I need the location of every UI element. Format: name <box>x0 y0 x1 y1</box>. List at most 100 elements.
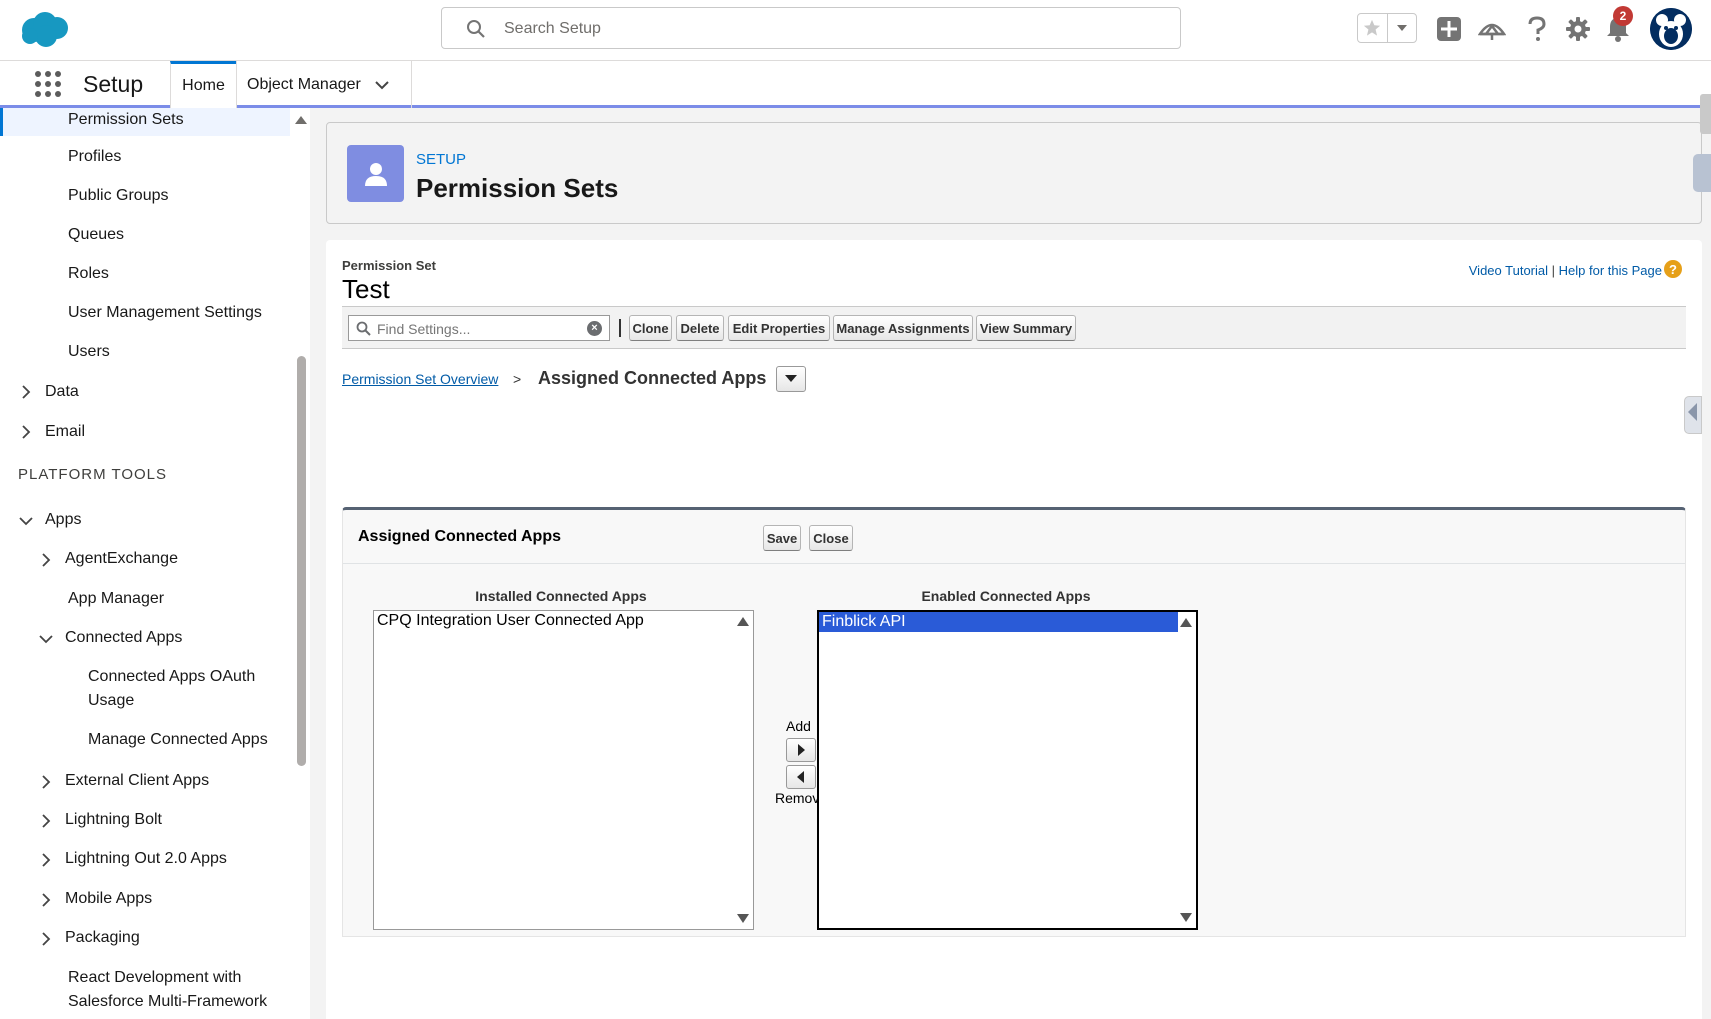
breadcrumb-separator: > <box>513 371 522 387</box>
favorites-dropdown-button[interactable] <box>1388 14 1417 42</box>
salesforce-cloud-icon[interactable] <box>18 10 72 48</box>
edit-properties-button[interactable]: Edit Properties <box>728 315 830 341</box>
enabled-apps-listbox[interactable]: Finblick API <box>817 610 1198 930</box>
help-for-this-page-link[interactable]: Help for this Page <box>1559 263 1662 278</box>
delete-button[interactable]: Delete <box>676 315 724 341</box>
page-scrollbar[interactable] <box>1700 94 1711 134</box>
find-settings-input[interactable] <box>377 319 577 338</box>
sidebar-item-packaging[interactable]: Packaging <box>65 926 140 950</box>
list-item[interactable]: CPQ Integration User Connected App <box>374 611 753 631</box>
search-icon <box>356 321 371 336</box>
trailhead-icon <box>1478 23 1506 40</box>
sidebar-item-permission-sets[interactable]: Permission Sets <box>68 108 184 132</box>
chevron-down-icon[interactable] <box>375 80 389 90</box>
chevron-down-icon[interactable] <box>19 514 33 528</box>
trailhead-button[interactable] <box>1477 14 1507 44</box>
permission-set-overview-link[interactable]: Permission Set Overview <box>342 371 498 387</box>
global-actions-button[interactable] <box>1434 14 1464 44</box>
help-question-icon[interactable]: ? <box>1664 260 1682 278</box>
sidebar-item-connected-apps[interactable]: Connected Apps <box>65 626 182 650</box>
sidebar-item-agentexchange[interactable]: AgentExchange <box>65 547 178 571</box>
arrow-right-icon <box>798 744 805 756</box>
remove-button[interactable] <box>786 765 816 789</box>
search-icon <box>467 20 485 38</box>
tab-home-label: Home <box>182 77 225 94</box>
listbox-scroll-up[interactable] <box>737 617 749 626</box>
sidebar-item-lightning-bolt[interactable]: Lightning Bolt <box>65 808 162 832</box>
tab-home[interactable]: Home <box>170 61 236 108</box>
sidebar-item-connected-apps-oauth-usage[interactable]: Connected Apps OAuth Usage <box>88 665 288 713</box>
sidebar-scrollbar-thumb[interactable] <box>297 356 306 766</box>
chevron-down-icon <box>1396 25 1407 31</box>
help-links: Video Tutorial | Help for this Page <box>1469 263 1662 278</box>
avatar[interactable] <box>1650 8 1692 50</box>
chevron-right-icon[interactable] <box>19 425 33 439</box>
search-input[interactable] <box>504 16 1164 42</box>
view-summary-button[interactable]: View Summary <box>976 315 1076 341</box>
sidebar-item-user-management-settings[interactable]: User Management Settings <box>68 301 262 325</box>
sidebar-item-react-development[interactable]: React Development with Salesforce Multi-… <box>68 966 288 1014</box>
sidebar-item-external-client-apps[interactable]: External Client Apps <box>65 769 209 793</box>
add-button[interactable] <box>786 738 816 762</box>
sidebar-item-profiles[interactable]: Profiles <box>68 145 121 169</box>
sidebar-item-mobile-apps[interactable]: Mobile Apps <box>65 887 152 911</box>
app-launcher-icon[interactable] <box>34 70 62 98</box>
permission-set-toolbar: × Clone Delete Edit Properties Manage As… <box>342 307 1686 349</box>
arrow-left-icon <box>797 771 804 783</box>
chevron-down-icon[interactable] <box>39 632 53 646</box>
chevron-right-icon[interactable] <box>39 893 53 907</box>
listbox-scroll-up[interactable] <box>1180 618 1192 627</box>
sidebar-item-lightning-out-apps[interactable]: Lightning Out 2.0 Apps <box>65 847 227 871</box>
close-button[interactable]: Close <box>809 525 853 551</box>
add-label: Add <box>786 718 811 734</box>
content-card: Permission Set Test Video Tutorial | Hel… <box>326 240 1702 1019</box>
listbox-scroll-down[interactable] <box>737 914 749 923</box>
app-name: Setup <box>83 71 144 97</box>
side-panel-toggle[interactable] <box>1693 154 1711 192</box>
chevron-right-icon[interactable] <box>19 385 33 399</box>
sidebar-item-app-manager[interactable]: App Manager <box>68 587 164 611</box>
search-setup-box[interactable] <box>441 7 1181 49</box>
breadcrumb: Permission Set Overview > Assigned Conne… <box>342 366 806 392</box>
sidebar-item-data[interactable]: Data <box>45 380 79 404</box>
sidebar-item-manage-connected-apps[interactable]: Manage Connected Apps <box>88 728 268 752</box>
listbox-scroll-down[interactable] <box>1180 913 1192 922</box>
assigned-connected-apps-section: Assigned Connected Apps Save Close Insta… <box>342 507 1686 937</box>
sidebar-section-platform-tools: PLATFORM TOOLS <box>18 466 168 483</box>
save-button[interactable]: Save <box>763 525 801 551</box>
chevron-right-icon[interactable] <box>39 853 53 867</box>
notification-badge: 2 <box>1613 6 1633 26</box>
sidebar-item-roles[interactable]: Roles <box>68 262 109 286</box>
clone-button[interactable]: Clone <box>629 315 672 341</box>
tab-object-manager[interactable]: Object Manager <box>236 61 412 108</box>
toolbar-separator <box>619 319 621 337</box>
sidebar-item-email[interactable]: Email <box>45 420 85 444</box>
collapse-panel-tab[interactable] <box>1684 396 1702 434</box>
chevron-right-icon[interactable] <box>39 553 53 567</box>
sidebar-item-apps[interactable]: Apps <box>45 508 81 532</box>
sidebar-item-public-groups[interactable]: Public Groups <box>68 184 169 208</box>
installed-apps-listbox[interactable]: CPQ Integration User Connected App <box>373 610 754 930</box>
page-title: Permission Sets <box>416 173 619 203</box>
find-settings-box[interactable]: × <box>348 315 610 341</box>
global-header: 2 <box>0 0 1711 61</box>
manage-assignments-button[interactable]: Manage Assignments <box>833 315 973 341</box>
breadcrumb-dropdown-button[interactable] <box>776 366 806 392</box>
video-tutorial-link[interactable]: Video Tutorial <box>1469 263 1548 278</box>
help-button[interactable] <box>1522 14 1552 44</box>
chevron-down-icon <box>785 375 797 382</box>
favorites-star-button[interactable] <box>1358 14 1388 42</box>
sidebar-item-users[interactable]: Users <box>68 340 110 364</box>
clear-icon[interactable]: × <box>587 321 602 336</box>
setup-gear-button[interactable] <box>1563 14 1593 44</box>
user-icon <box>347 145 404 202</box>
enabled-apps-label: Enabled Connected Apps <box>921 588 1091 604</box>
sidebar-scroll-up-arrow[interactable] <box>295 116 307 124</box>
list-item[interactable]: Finblick API <box>819 612 1178 632</box>
chevron-right-icon[interactable] <box>39 814 53 828</box>
page-header: SETUP Permission Sets <box>326 122 1702 224</box>
chevron-right-icon[interactable] <box>39 932 53 946</box>
sidebar-item-queues[interactable]: Queues <box>68 223 124 247</box>
chevron-right-icon[interactable] <box>39 775 53 789</box>
permission-set-label: Permission Set <box>342 258 436 273</box>
